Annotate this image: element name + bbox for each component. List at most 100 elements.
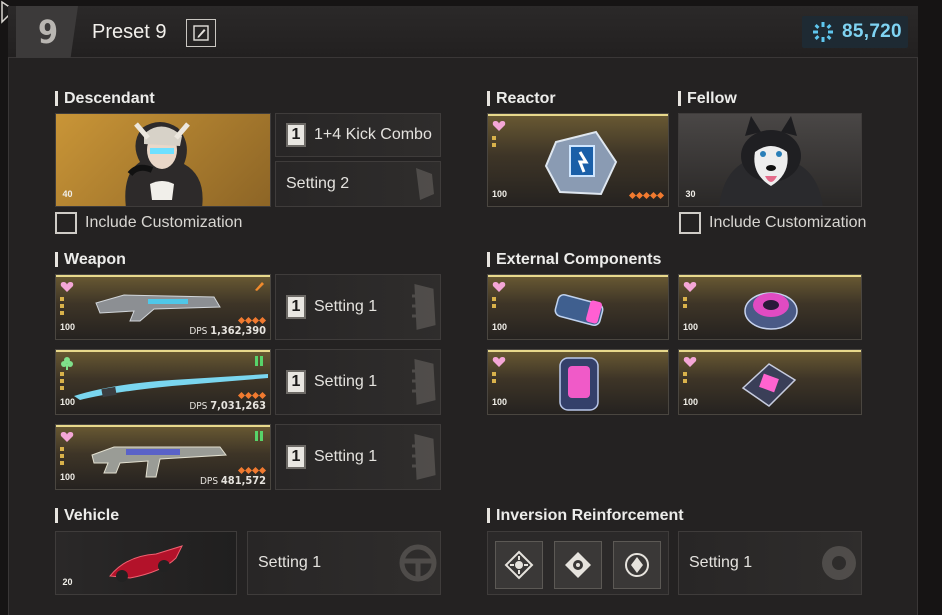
rank-pips — [492, 372, 496, 383]
rank-pips — [683, 372, 687, 383]
fellow-section-title: Fellow — [678, 90, 737, 108]
rename-button[interactable] — [186, 19, 216, 47]
descendant-level-badge: 40 — [59, 185, 76, 202]
inversion-slots — [487, 531, 669, 595]
reactor-section-title: Reactor — [487, 90, 556, 108]
heart-icon — [683, 282, 697, 292]
inversion-setting-label: Setting 1 — [689, 554, 753, 571]
inversion-setting-box[interactable]: Setting 1 — [678, 531, 862, 595]
descendant-setting-label: Setting 2 — [286, 175, 350, 192]
inversion-reinforcement-section-title: Inversion Reinforcement — [487, 507, 684, 525]
preset-number: 9 — [16, 6, 78, 58]
inversion-emblem-3-icon — [625, 553, 649, 577]
external-component-card-1[interactable]: 100 — [487, 274, 669, 340]
external-component-3-level-badge: 100 — [491, 393, 508, 410]
inversion-slot-1[interactable] — [495, 541, 543, 589]
heart-icon — [492, 121, 506, 131]
slot-number-badge: 1 — [286, 445, 306, 469]
heart-icon — [60, 432, 74, 442]
weapon-1-image — [95, 294, 221, 322]
weapon-1-stars — [237, 316, 267, 325]
weapon-1-setting-box[interactable]: 1 Setting 1 — [275, 274, 441, 340]
heart-icon — [492, 357, 506, 367]
descendant-customization-checkbox[interactable] — [55, 212, 77, 234]
clover-icon — [61, 357, 73, 370]
weapon-1-setting-label: Setting 1 — [314, 298, 378, 315]
fellow-customization-checkbox[interactable] — [679, 212, 701, 234]
rank-pips — [492, 297, 496, 308]
weapon-2-setting-box[interactable]: 1 Setting 1 — [275, 349, 441, 415]
external-component-2-level-badge: 100 — [682, 318, 699, 335]
weapon-3-stars — [237, 466, 267, 475]
descendant-setting-box[interactable]: Setting 2 — [275, 161, 441, 207]
slot-number-badge: 1 — [286, 295, 306, 319]
weapon-2-setting-label: Setting 1 — [314, 373, 378, 390]
edit-icon — [193, 25, 209, 41]
fellow-card[interactable]: 30 — [678, 113, 862, 207]
fellow-include-customization[interactable]: Include Customization — [679, 212, 866, 234]
heart-icon — [683, 357, 697, 367]
external-component-3-image — [559, 357, 599, 411]
external-component-1-image — [554, 294, 604, 326]
weapon-3-setting-label: Setting 1 — [314, 448, 378, 465]
weapon-3-setting-box[interactable]: 1 Setting 1 — [275, 424, 441, 490]
external-component-2-image — [744, 292, 798, 330]
module-ghost-icon — [412, 434, 436, 480]
steering-wheel-icon — [399, 544, 437, 582]
external-component-card-3[interactable]: 100 — [487, 349, 669, 415]
currency-icon — [813, 22, 833, 42]
inversion-emblem-2-icon — [565, 552, 591, 578]
preset-panel: Descendant 40 1 1+4 Kick Combo Setting 2… — [8, 58, 918, 615]
currency-display: 85,720 — [802, 16, 908, 48]
external-component-1-level-badge: 100 — [491, 318, 508, 335]
weapon-2-level-badge: 100 — [59, 393, 76, 410]
external-component-card-2[interactable]: 100 — [678, 274, 862, 340]
descendant-section-title: Descendant — [55, 90, 155, 108]
vehicle-setting-box[interactable]: Setting 1 — [247, 531, 441, 595]
module-ghost-icon — [416, 168, 434, 200]
vehicle-card[interactable]: 20 — [55, 531, 237, 595]
weapon-card-2[interactable]: DPS 7,031,263 100 — [55, 349, 271, 415]
ammo-tag-icon — [255, 431, 263, 441]
descendant-include-customization[interactable]: Include Customization — [55, 212, 242, 234]
preset-title: Preset 9 — [92, 21, 167, 43]
preset-header: 9 Preset 9 85,720 — [8, 6, 918, 58]
currency-value: 85,720 — [842, 21, 902, 42]
rank-pips — [492, 136, 496, 147]
heart-icon — [60, 282, 74, 292]
weapon-3-level-badge: 100 — [59, 468, 76, 485]
skill-label: 1+4 Kick Combo — [314, 126, 432, 143]
reactor-level-badge: 100 — [491, 185, 508, 202]
inversion-slot-3[interactable] — [613, 541, 661, 589]
vehicle-section-title: Vehicle — [55, 507, 119, 525]
fellow-level-badge: 30 — [682, 185, 699, 202]
weapon-3-dps: DPS 481,572 — [199, 474, 266, 487]
weapon-2-dps: DPS 7,031,263 — [189, 399, 266, 412]
reactor-image — [544, 130, 618, 196]
ammo-tag-icon — [255, 356, 263, 366]
reactor-card[interactable]: 100 — [487, 113, 669, 207]
rank-pips — [60, 297, 64, 315]
external-component-4-level-badge: 100 — [682, 393, 699, 410]
weapon-section-title: Weapon — [55, 251, 126, 269]
vehicle-setting-label: Setting 1 — [258, 554, 322, 571]
rank-pips — [60, 372, 64, 390]
slot-number-badge: 1 — [286, 123, 306, 147]
weapon-2-stars — [237, 391, 267, 400]
external-component-card-4[interactable]: 100 — [678, 349, 862, 415]
external-component-4-image — [741, 363, 797, 407]
inversion-slot-2[interactable] — [554, 541, 602, 589]
descendant-card[interactable]: 40 — [55, 113, 271, 207]
descendant-skill-setting[interactable]: 1 1+4 Kick Combo — [275, 113, 441, 157]
descendant-customization-label: Include Customization — [85, 214, 243, 231]
rank-pips — [60, 447, 64, 465]
weapon-1-level-badge: 100 — [59, 318, 76, 335]
vehicle-level-badge: 20 — [59, 573, 76, 590]
weapon-card-1[interactable]: DPS 1,362,390 100 — [55, 274, 271, 340]
fellow-husky-image — [719, 116, 823, 206]
weapon-card-3[interactable]: DPS 481,572 100 — [55, 424, 271, 490]
inversion-ghost-icon — [822, 546, 856, 580]
weapon-1-dps: DPS 1,362,390 — [189, 324, 266, 337]
module-ghost-icon — [412, 359, 436, 405]
heart-icon — [492, 282, 506, 292]
